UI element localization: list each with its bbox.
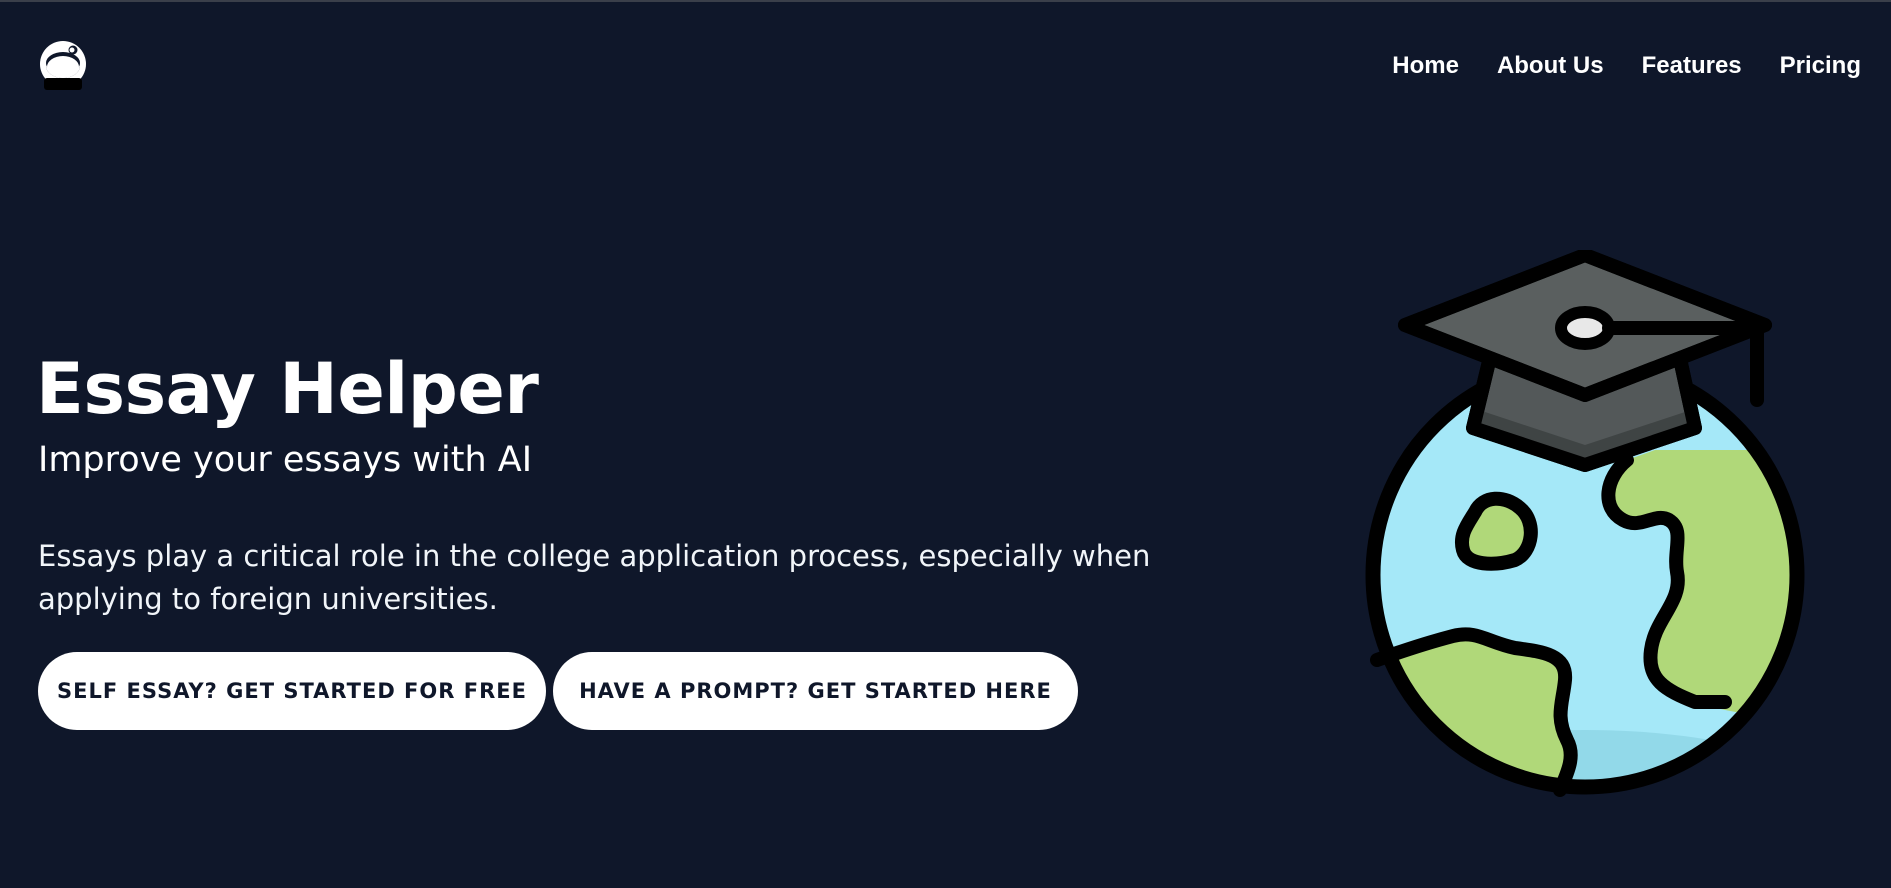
nav-about-us[interactable]: About Us xyxy=(1497,49,1604,83)
astronaut-helmet-icon xyxy=(40,41,86,90)
hero-title: Essay Helper xyxy=(36,348,539,430)
nav-pricing[interactable]: Pricing xyxy=(1780,49,1861,83)
globe-with-graduation-cap-icon xyxy=(1365,250,1805,797)
nav-features[interactable]: Features xyxy=(1642,49,1742,83)
nav-home[interactable]: Home xyxy=(1392,49,1459,83)
window-top-border xyxy=(0,0,1891,2)
main-nav: Home About Us Features Pricing xyxy=(1392,49,1861,83)
self-essay-button[interactable]: SELF ESSAY? GET STARTED FOR FREE xyxy=(38,652,546,730)
hero-description: Essays play a critical role in the colle… xyxy=(38,539,1151,616)
hero-subtitle: Improve your essays with AI xyxy=(38,440,533,480)
prompt-essay-button[interactable]: HAVE A PROMPT? GET STARTED HERE xyxy=(553,652,1078,730)
